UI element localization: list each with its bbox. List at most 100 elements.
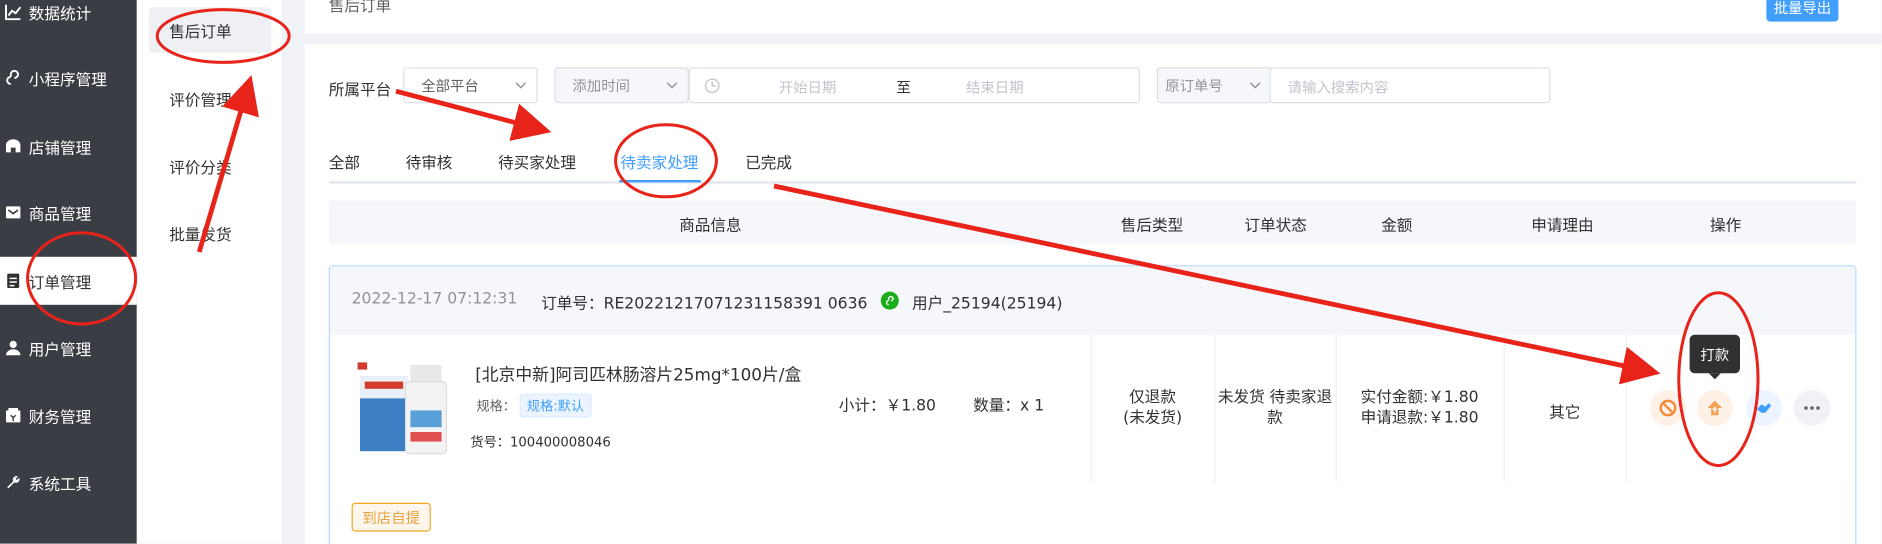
clock-icon (704, 78, 720, 94)
product-image[interactable] (352, 357, 452, 461)
more-icon (1804, 406, 1820, 410)
amount-cell: 实付金额:￥1.80 申请退款:￥1.80 (1336, 388, 1504, 429)
submenu-item-review-category[interactable]: 评价分类 (149, 143, 271, 189)
sidebar-item-statistics[interactable]: 数据统计 (0, 0, 137, 36)
apply-reason: 其它 (1549, 404, 1581, 423)
sidebar-item-system-tools[interactable]: 系统工具 (0, 458, 137, 506)
goods-icon (5, 204, 22, 221)
aftersale-type: 仅退款 (未发货) (1091, 388, 1215, 429)
order-number: 订单号：RE20221217071231158391 0636 (541, 295, 868, 314)
aftersale-type-line: (未发货) (1123, 409, 1183, 428)
wechat-mini-program-icon (880, 291, 899, 310)
column-header: 售后类型 (1120, 217, 1184, 236)
sidebar-item-label: 数据统计 (28, 5, 92, 24)
order-no-type-select[interactable]: 原订单号 (1156, 67, 1272, 104)
spec-label: 规格： (476, 398, 516, 415)
order-card-header: 2022-12-17 07:12:31 订单号：RE20221217071231… (330, 266, 1856, 335)
store-icon (5, 138, 22, 155)
tab-pending-seller[interactable]: 待卖家处理 (620, 150, 698, 173)
handle-button[interactable] (1746, 390, 1783, 427)
sidebar-item-label: 财务管理 (28, 408, 92, 427)
sidebar-item-label: 商品管理 (28, 205, 92, 224)
sidebar-item-label: 系统工具 (28, 475, 92, 494)
chevron-down-icon (1249, 82, 1261, 89)
column-header: 商品信息 (679, 217, 742, 236)
chart-icon (5, 4, 22, 21)
sidebar-item-label: 小程序管理 (28, 71, 107, 90)
search-input[interactable]: 请输入搜索内容 (1269, 67, 1551, 104)
paid-amount: 实付金额:￥1.80 (1360, 388, 1479, 407)
order-status-line: 未发货 待卖家退 (1217, 388, 1333, 407)
refund-payment-button[interactable] (1696, 390, 1733, 427)
platform-select[interactable]: 全部平台 (403, 67, 538, 104)
platform-select-value: 全部平台 (421, 77, 479, 95)
order-datetime: 2022-12-17 07:12:31 (351, 290, 518, 309)
finance-icon (5, 407, 22, 424)
tab-pending-review[interactable]: 待审核 (406, 150, 453, 173)
sidebar: 数据统计 小程序管理 店铺管理 商品管理 订单管理 用户管理 财务管理 系统工具 (0, 0, 137, 544)
order-product-row: [北京中新]阿司匹林肠溶片25mg*100片/盒 规格： 规格:默认 货号：10… (330, 334, 1856, 483)
table-header: 商品信息 售后类型 订单状态 金额 申请理由 操作 (328, 200, 1857, 244)
aftersale-type-line: 仅退款 (1129, 388, 1176, 407)
date-range-separator: 至 (896, 79, 911, 96)
product-subtotal: 小计：￥1.80 (838, 397, 936, 416)
order-user: 用户_25194(25194) (912, 295, 1063, 314)
sidebar-item-label: 店铺管理 (28, 139, 92, 158)
order-icon (5, 272, 22, 289)
submenu-item-batch-shipping[interactable]: 批量发货 (149, 210, 271, 256)
tab-pending-buyer[interactable]: 待买家处理 (498, 150, 576, 173)
submenu-item-aftersale-orders[interactable]: 售后订单 (148, 7, 272, 53)
sidebar-item-goods[interactable]: 商品管理 (0, 188, 137, 236)
handshake-icon (1756, 403, 1772, 413)
user-icon (5, 340, 22, 357)
divider (1626, 334, 1628, 483)
status-tabs: 全部 待审核 待买家处理 待卖家处理 已完成 (328, 140, 1857, 184)
sidebar-item-orders[interactable]: 订单管理 (0, 256, 137, 305)
order-status-line: 款 (1267, 409, 1283, 428)
column-header: 操作 (1710, 217, 1742, 236)
column-header: 申请理由 (1531, 217, 1594, 236)
sidebar-item-mini-program[interactable]: 小程序管理 (0, 54, 137, 102)
time-type-value: 添加时间 (572, 77, 631, 95)
product-sku: 货号：100400008046 (470, 434, 611, 451)
order-card: 2022-12-17 07:12:31 订单号：RE20221217071231… (328, 265, 1857, 544)
page-header: 售后订单 批量导出 (304, 0, 1882, 34)
sidebar-item-label: 订单管理 (28, 274, 92, 293)
chevron-down-icon (666, 82, 678, 89)
main-panel: 所属平台 全部平台 添加时间 开始日期 至 结束日期 原订单号 请输入搜索内容 … (304, 44, 1882, 544)
end-date-input[interactable]: 结束日期 (966, 77, 1024, 97)
search-placeholder: 请输入搜索内容 (1287, 79, 1389, 96)
order-no-type-value: 原订单号 (1165, 77, 1223, 95)
product-quantity: 数量：x 1 (973, 397, 1045, 416)
start-date-input[interactable]: 开始日期 (779, 77, 837, 97)
refund-icon (1707, 400, 1723, 416)
product-name[interactable]: [北京中新]阿司匹林肠溶片25mg*100片/盒 (475, 362, 801, 386)
active-tab-indicator (619, 180, 701, 183)
ban-icon (1659, 399, 1677, 417)
sidebar-item-finance[interactable]: 财务管理 (0, 391, 137, 439)
sidebar-item-store[interactable]: 店铺管理 (0, 122, 137, 170)
sidebar-item-users[interactable]: 用户管理 (0, 324, 137, 372)
time-type-select[interactable]: 添加时间 (554, 67, 689, 104)
date-range-picker[interactable]: 开始日期 至 结束日期 (688, 67, 1140, 104)
sidebar-item-label: 用户管理 (28, 341, 92, 360)
mini-program-icon (5, 69, 22, 87)
column-header: 金额 (1381, 217, 1413, 236)
page-title: 售后订单 (328, 0, 392, 16)
chevron-down-icon (515, 82, 527, 89)
tab-all[interactable]: 全部 (329, 150, 360, 173)
pickup-badge: 到店自提 (351, 502, 431, 532)
column-header: 订单状态 (1244, 217, 1307, 236)
more-button[interactable] (1794, 390, 1831, 427)
reject-button[interactable] (1650, 390, 1687, 427)
refund-tooltip: 打款 (1689, 334, 1741, 380)
wrench-icon (5, 474, 22, 491)
batch-export-button[interactable]: 批量导出 (1766, 0, 1839, 22)
order-status: 未发货 待卖家退 款 (1214, 388, 1335, 429)
spec-tag: 规格:默认 (519, 393, 592, 418)
submenu: 售后订单 评价管理 评价分类 批量发货 (136, 0, 284, 544)
submenu-item-review-management[interactable]: 评价管理 (149, 76, 271, 122)
refund-amount: 申请退款:￥1.80 (1360, 409, 1479, 428)
tab-completed[interactable]: 已完成 (745, 150, 792, 173)
platform-label: 所属平台 (328, 81, 392, 100)
